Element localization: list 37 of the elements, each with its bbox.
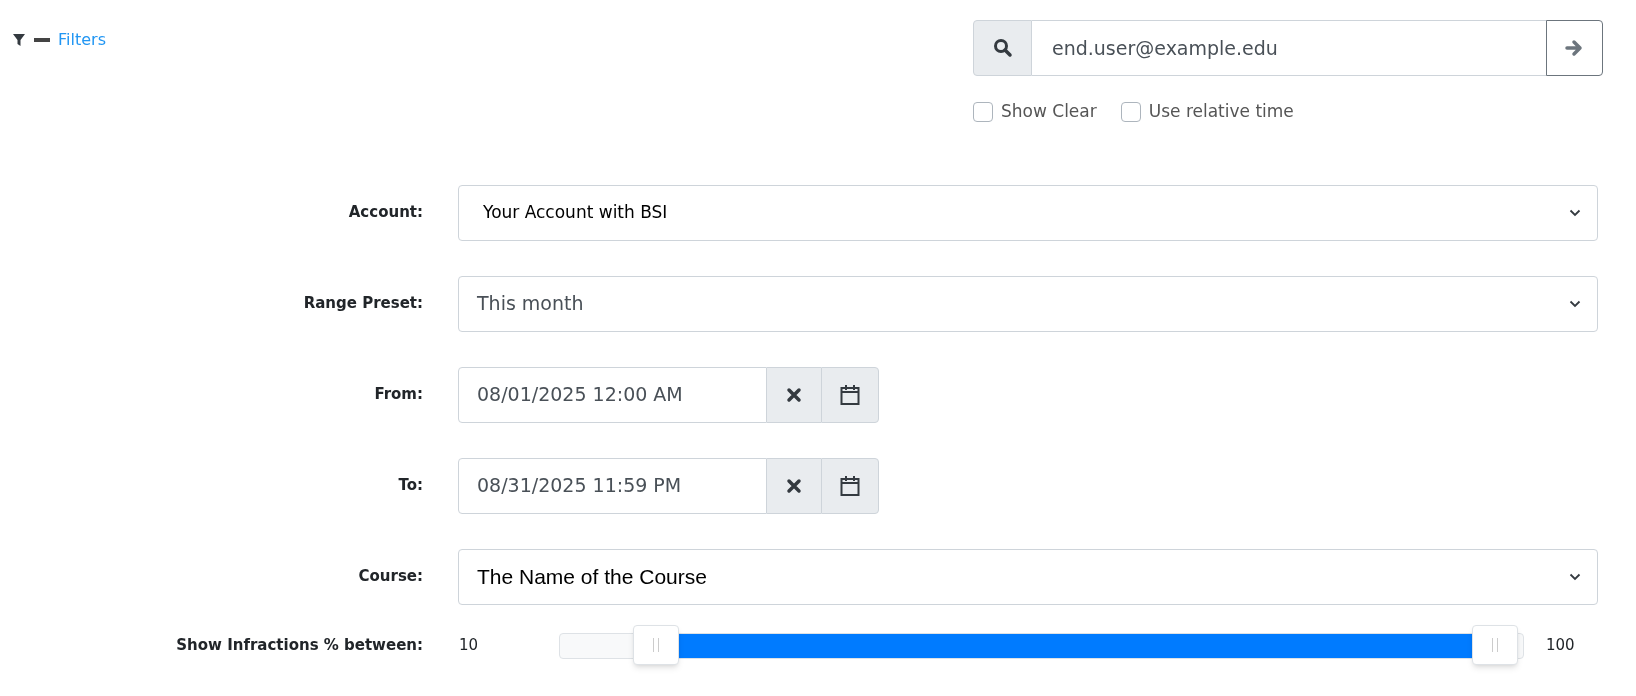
checkbox[interactable] xyxy=(973,101,993,122)
range-slider[interactable] xyxy=(559,624,1524,667)
close-icon xyxy=(786,386,802,403)
date-field[interactable]: 08/31/2025 11:59 PM xyxy=(458,457,767,514)
field-label: Show Infractions % between: xyxy=(175,635,423,657)
checkbox[interactable] xyxy=(1120,101,1141,122)
clear-button[interactable] xyxy=(767,457,821,514)
chevron-down-icon xyxy=(1569,299,1581,308)
search-icon xyxy=(992,38,1013,58)
field-label: Course: xyxy=(357,566,423,588)
calendar-icon xyxy=(840,474,860,497)
search-field[interactable]: end.user@example.edu xyxy=(1032,20,1546,76)
slider-handle[interactable] xyxy=(632,624,679,665)
minus-icon[interactable] xyxy=(34,37,50,43)
chevron-down-icon xyxy=(1569,572,1581,581)
checkbox-label[interactable]: Use relative time xyxy=(1148,99,1294,125)
close-icon xyxy=(786,477,802,494)
field-label: To: xyxy=(397,475,423,497)
field-label: Account: xyxy=(347,202,423,224)
dropdown[interactable]: The Name of the Course xyxy=(458,548,1598,605)
slider-handle[interactable] xyxy=(1472,624,1519,665)
dropdown[interactable]: Your Account with BSI xyxy=(458,184,1598,241)
calendar-button[interactable] xyxy=(821,366,879,423)
field-label: Range Preset: xyxy=(302,293,423,315)
arrow-right-icon xyxy=(1564,39,1585,57)
max-value: 100 xyxy=(1546,635,1575,657)
checkbox-label[interactable]: Show Clear xyxy=(1001,99,1097,125)
min-value: 10 xyxy=(459,635,480,657)
dropdown[interactable]: This month xyxy=(458,275,1598,332)
field-label: From: xyxy=(373,384,423,406)
go-button[interactable] xyxy=(1546,20,1603,76)
calendar-icon xyxy=(840,383,860,406)
filter-icon xyxy=(12,33,26,47)
date-field[interactable]: 08/01/2025 12:00 AM xyxy=(458,366,767,423)
calendar-button[interactable] xyxy=(821,457,879,514)
chevron-down-icon xyxy=(1569,208,1581,217)
clear-button[interactable] xyxy=(767,366,821,423)
